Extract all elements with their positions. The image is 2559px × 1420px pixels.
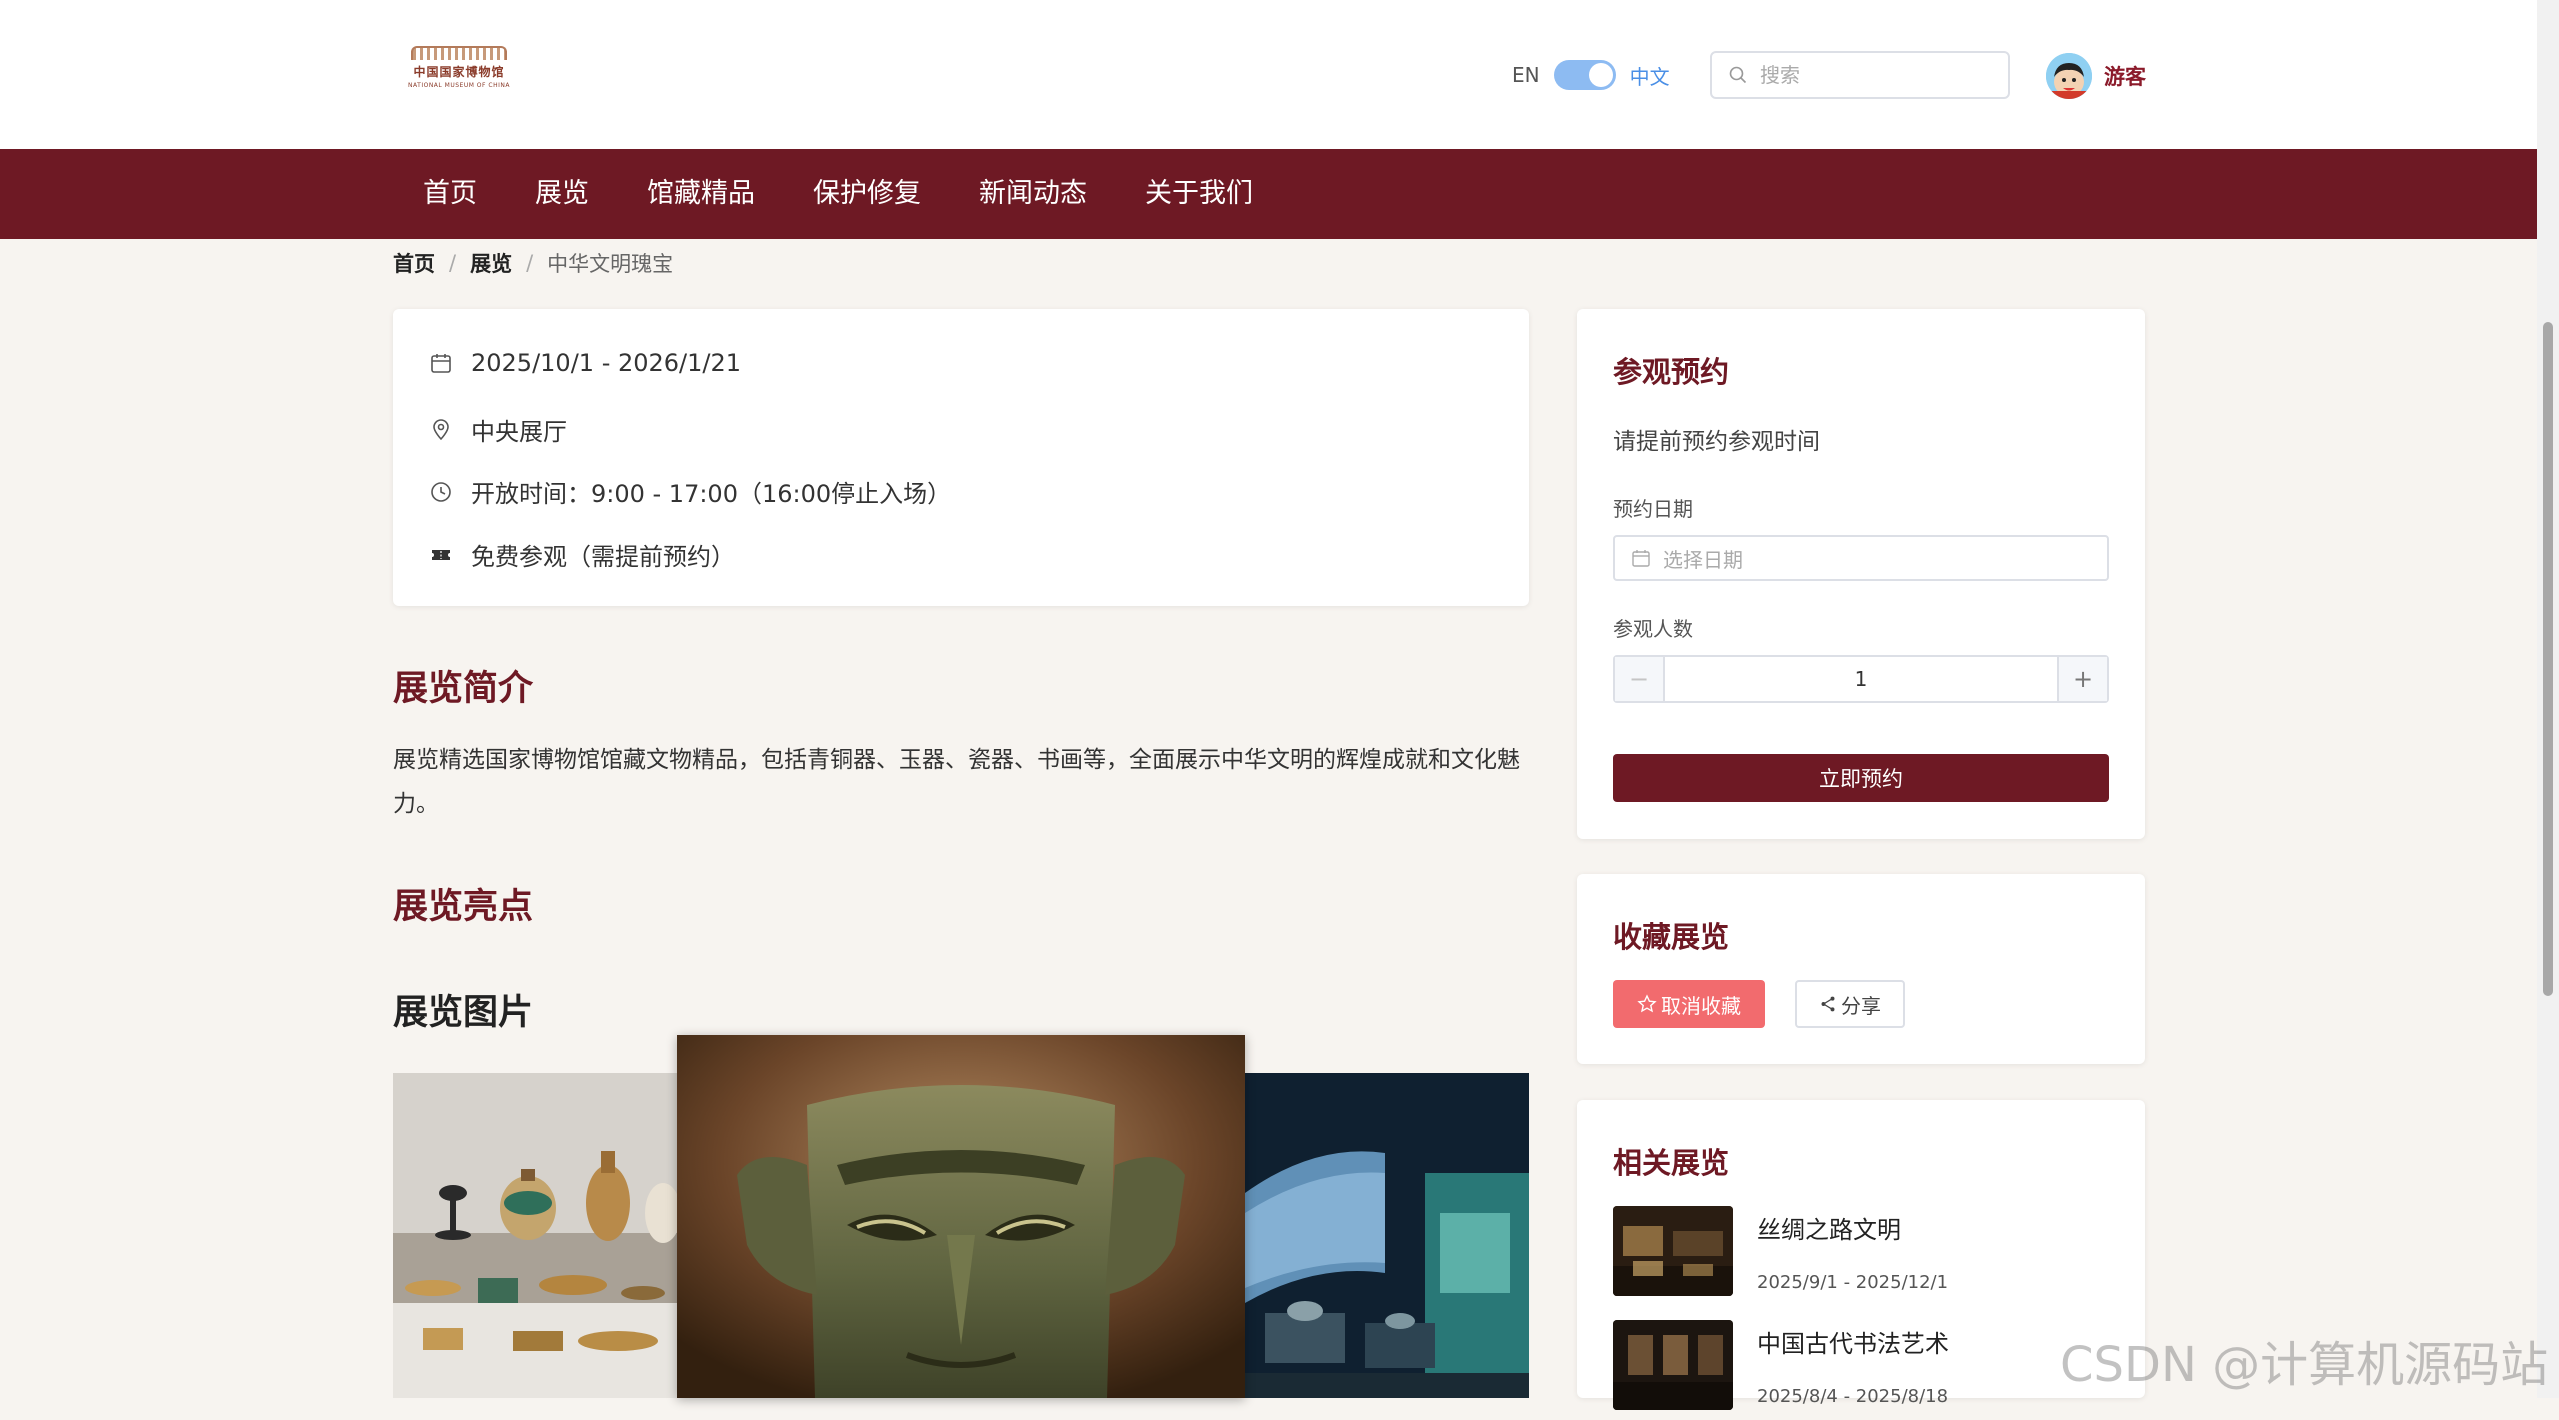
clock-icon xyxy=(431,481,451,502)
language-switch: EN 中文 xyxy=(1512,60,1670,90)
info-location: 中央展厅 xyxy=(429,412,567,447)
booking-date-picker[interactable]: 选择日期 xyxy=(1613,535,2109,581)
related-item-title[interactable]: 丝绸之路文明 xyxy=(1757,1210,1901,1245)
watermark: CSDN @计算机源码站 xyxy=(2060,1337,2549,1393)
info-ticket-text: 免费参观（需提前预约） xyxy=(471,543,735,571)
booking-date-placeholder: 选择日期 xyxy=(1663,547,1743,572)
search-input[interactable] xyxy=(1758,62,1998,88)
intro-text: 展览精选国家博物馆馆藏文物精品，包括青铜器、玉器、瓷器、书画等，全面展示中华文明… xyxy=(393,747,1520,817)
booking-subtitle: 请提前预约参观时间 xyxy=(1613,429,1820,455)
related-item-date: 2025/9/1 - 2025/12/1 xyxy=(1757,1272,1949,1293)
share-button[interactable]: 分享 xyxy=(1795,980,1905,1028)
visitor-count-value[interactable]: 1 xyxy=(1665,657,2057,701)
bronze-mask-illustration xyxy=(677,1035,1245,1398)
hall-illustration xyxy=(1245,1073,1529,1398)
book-now-button[interactable]: 立即预约 xyxy=(1613,754,2109,802)
breadcrumb-separator: / xyxy=(449,251,457,275)
user-menu[interactable]: 游客 xyxy=(2046,51,2146,101)
toggle-knob xyxy=(1588,63,1613,87)
related-item-title[interactable]: 中国古代书法艺术 xyxy=(1757,1324,1949,1359)
intro-title: 展览简介 xyxy=(393,669,534,709)
favorite-card: 收藏展览 取消收藏 分享 xyxy=(1577,874,2145,1064)
share-label: 分享 xyxy=(1841,993,1881,1018)
info-ticket: 免费参观（需提前预约） xyxy=(429,537,735,572)
breadcrumb-current: 中华文明瑰宝 xyxy=(547,252,674,276)
header: 中国国家博物馆 NATIONAL MUSEUM OF CHINA EN 中文 游… xyxy=(0,0,2537,149)
favorite-title: 收藏展览 xyxy=(1613,920,1730,954)
info-dates: 2025/10/1 - 2026/1/21 xyxy=(429,349,741,377)
location-pin-icon xyxy=(433,418,449,440)
image-carousel[interactable] xyxy=(393,1035,1529,1398)
share-icon xyxy=(1821,996,1835,1012)
related-thumbnail[interactable] xyxy=(1613,1320,1733,1410)
increment-button[interactable]: + xyxy=(2057,657,2107,701)
breadcrumb-exhibitions[interactable]: 展览 xyxy=(470,248,512,278)
unfavorite-button[interactable]: 取消收藏 xyxy=(1613,980,1765,1028)
lang-zh-label[interactable]: 中文 xyxy=(1630,61,1670,90)
building-icon xyxy=(411,46,507,60)
unfavorite-label: 取消收藏 xyxy=(1661,993,1741,1018)
related-title: 相关展览 xyxy=(1613,1146,1730,1180)
language-toggle[interactable] xyxy=(1553,60,1616,90)
search-box xyxy=(1710,51,2010,99)
logo-text-en: NATIONAL MUSEUM OF CHINA xyxy=(408,82,510,89)
nav-item-news[interactable]: 新闻动态 xyxy=(950,149,1116,239)
related-item-date: 2025/8/4 - 2025/8/18 xyxy=(1757,1386,1949,1407)
main-nav: 首页 展览 馆藏精品 保护修复 新闻动态 关于我们 xyxy=(0,149,2537,239)
breadcrumb-separator: / xyxy=(526,251,534,275)
ticket-icon xyxy=(432,549,450,560)
nav-item-home[interactable]: 首页 xyxy=(394,149,506,239)
booking-title: 参观预约 xyxy=(1613,355,1730,389)
calendar-icon xyxy=(431,354,451,373)
avatar[interactable] xyxy=(2046,53,2092,99)
decrement-button[interactable]: − xyxy=(1615,657,1665,701)
booking-card: 参观预约 请提前预约参观时间 预约日期 选择日期 参观人数 − 1 + 立即预约 xyxy=(1577,309,2145,839)
info-location-text: 中央展厅 xyxy=(471,418,567,446)
thumbnail-illustration xyxy=(1613,1206,1733,1296)
related-thumbnail[interactable] xyxy=(1613,1206,1733,1296)
breadcrumb-home[interactable]: 首页 xyxy=(393,248,435,278)
username[interactable]: 游客 xyxy=(2104,61,2146,91)
related-item[interactable]: 丝绸之路文明 2025/9/1 - 2025/12/1 xyxy=(1613,1206,2113,1306)
exhibition-info-card: 2025/10/1 - 2026/1/21 中央展厅 开放时间：9:00 - 1… xyxy=(393,309,1529,606)
nav-item-conservation[interactable]: 保护修复 xyxy=(784,149,950,239)
thumbnail-illustration xyxy=(1613,1320,1733,1410)
booking-date-label: 预约日期 xyxy=(1613,497,1693,521)
gallery-image-ceramics[interactable] xyxy=(393,1073,683,1398)
page-scrollbar[interactable] xyxy=(2537,0,2559,1398)
lang-en-label[interactable]: EN xyxy=(1512,63,1540,87)
nav-item-about[interactable]: 关于我们 xyxy=(1116,149,1282,239)
pictures-title: 展览图片 xyxy=(393,993,534,1033)
nav-item-collection[interactable]: 馆藏精品 xyxy=(618,149,784,239)
info-hours-text: 开放时间：9:00 - 17:00（16:00停止入场） xyxy=(471,480,952,508)
gallery-image-bronze-mask[interactable] xyxy=(677,1035,1245,1398)
nav-item-exhibitions[interactable]: 展览 xyxy=(506,149,618,239)
logo-text-cn: 中国国家博物馆 xyxy=(413,65,505,79)
info-dates-text: 2025/10/1 - 2026/1/21 xyxy=(471,349,742,377)
gallery-image-hall[interactable] xyxy=(1245,1073,1529,1398)
info-hours: 开放时间：9:00 - 17:00（16:00停止入场） xyxy=(429,474,951,509)
visitor-count-stepper: − 1 + xyxy=(1613,655,2109,703)
scrollbar-thumb[interactable] xyxy=(2543,322,2553,996)
star-icon xyxy=(1637,994,1657,1013)
breadcrumb: 首页 / 展览 / 中华文明瑰宝 xyxy=(393,248,673,278)
avatar-icon xyxy=(2046,53,2092,99)
museum-logo[interactable]: 中国国家博物馆 NATIONAL MUSEUM OF CHINA xyxy=(400,30,518,105)
booking-count-label: 参观人数 xyxy=(1613,617,1693,641)
related-item[interactable]: 中国古代书法艺术 2025/8/4 - 2025/8/18 xyxy=(1613,1320,2113,1420)
search-icon xyxy=(1729,66,1747,84)
ceramics-illustration xyxy=(393,1073,683,1398)
calendar-icon xyxy=(1632,550,1650,567)
highlights-title: 展览亮点 xyxy=(393,887,534,927)
